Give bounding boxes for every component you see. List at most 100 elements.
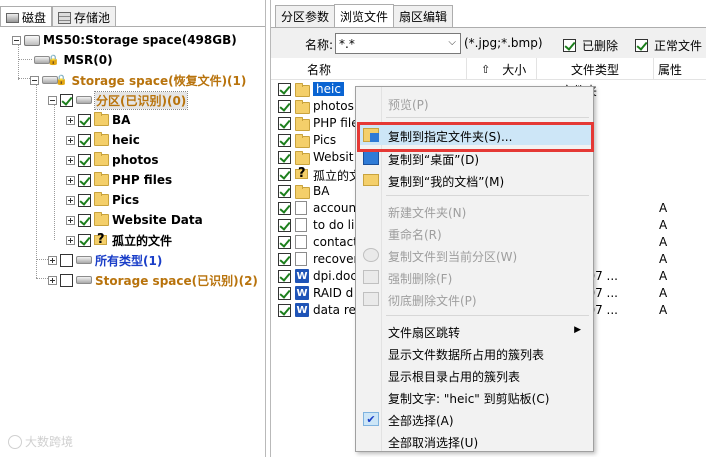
tree-folder-label: Website Data	[112, 213, 203, 227]
checkbox[interactable]	[78, 153, 91, 167]
checkbox[interactable]	[78, 193, 91, 207]
checkbox[interactable]	[278, 202, 291, 215]
checkbox[interactable]	[278, 100, 291, 113]
checkbox[interactable]	[278, 151, 291, 164]
menu-item-new-folder[interactable]: 新建文件夹(N)	[358, 201, 591, 221]
tree-folder-ba[interactable]: BA	[66, 110, 130, 130]
checkbox[interactable]	[278, 185, 291, 198]
folder-icon	[94, 132, 109, 146]
deleted-checkbox[interactable]: 已删除	[563, 37, 618, 54]
expand-icon[interactable]	[66, 155, 75, 165]
menu-item-select-all[interactable]: ✔ 全部选择(A)	[358, 409, 591, 429]
name-filter-label: 名称:	[305, 38, 334, 52]
checkbox[interactable]	[78, 233, 91, 247]
file-attr: A	[659, 286, 668, 300]
menu-item-wipe-delete[interactable]: 彻底删除文件(P)	[358, 289, 591, 309]
tree-storage-recognized[interactable]: Storage space(已识别)(2)	[48, 270, 258, 290]
checkbox[interactable]	[563, 39, 576, 52]
tab-browse-files[interactable]: 浏览文件	[334, 4, 395, 27]
tree-folder-pics[interactable]: Pics	[66, 190, 139, 210]
checkbox[interactable]	[278, 117, 291, 130]
menu-item-label: 文件扇区跳转	[388, 326, 461, 340]
submenu-arrow-icon: ▶	[574, 325, 581, 335]
checkbox[interactable]	[78, 133, 91, 147]
expand-icon[interactable]	[66, 175, 75, 185]
menu-item-deselect-all[interactable]: 全部取消选择(U)	[358, 431, 591, 451]
menu-item-label: 复制到“桌面”(D)	[388, 153, 480, 167]
tab-storage-pool[interactable]: 存储池	[52, 6, 117, 26]
tab-disks[interactable]: 磁盘	[0, 6, 53, 26]
checkbox[interactable]	[78, 213, 91, 227]
checkbox[interactable]	[78, 173, 91, 187]
checkbox[interactable]	[78, 113, 91, 127]
menu-item-sector-jump[interactable]: 文件扇区跳转 ▶	[358, 321, 591, 341]
tab-sector-edit[interactable]: 扇区编辑	[393, 5, 454, 27]
tree-orphan-files[interactable]: ? 孤立的文件	[66, 230, 172, 250]
file-name: recover	[313, 252, 359, 266]
collapse-icon[interactable]	[12, 35, 21, 45]
checkbox[interactable]	[278, 168, 291, 181]
tree-folder-photos[interactable]: photos	[66, 150, 159, 170]
left-pane: 磁盘 存储池 MS50:Storage space(498GB) 🔒 MSR(0…	[0, 0, 266, 457]
normal-files-checkbox[interactable]: 正常文件	[635, 37, 702, 54]
menu-item-show-root-clusters[interactable]: 显示根目录占用的簇列表	[358, 365, 591, 385]
expand-icon[interactable]	[66, 235, 75, 245]
file-attr: A	[659, 269, 668, 283]
highlight-box	[357, 122, 594, 152]
file-name: Pics	[313, 133, 337, 147]
expand-icon[interactable]	[66, 195, 75, 205]
checkbox[interactable]	[278, 83, 291, 96]
checkbox[interactable]	[60, 273, 73, 287]
tree-folder-website[interactable]: Website Data	[66, 210, 203, 230]
chevron-down-icon[interactable]: ⌵	[448, 37, 456, 48]
checkbox[interactable]	[278, 270, 291, 283]
extension-hint: (*.jpg;*.bmp)	[464, 36, 543, 50]
tree-partition[interactable]: 分区(已识别)(0)	[48, 90, 189, 110]
checkbox[interactable]	[278, 304, 291, 317]
expand-icon[interactable]	[66, 115, 75, 125]
tree-disk[interactable]: MS50:Storage space(498GB)	[12, 30, 237, 50]
checkbox[interactable]	[60, 93, 73, 107]
tree-orphan-label: 孤立的文件	[112, 233, 173, 248]
menu-item-label: 显示根目录占用的簇列表	[388, 370, 521, 384]
collapse-icon[interactable]	[48, 95, 57, 105]
partition-icon	[76, 96, 92, 104]
expand-icon[interactable]	[48, 275, 57, 285]
checkbox[interactable]	[278, 236, 291, 249]
column-name[interactable]: 名称	[271, 58, 467, 80]
checkbox[interactable]	[278, 253, 291, 266]
menu-item-force-delete[interactable]: 强制删除(F)	[358, 267, 591, 287]
expand-icon[interactable]	[48, 255, 57, 265]
document-icon	[295, 201, 307, 215]
column-type[interactable]: 文件类型	[537, 58, 654, 80]
tree-msr-label: MSR(0)	[63, 53, 113, 67]
folder-icon	[295, 83, 310, 97]
menu-item-rename[interactable]: 重命名(R)	[358, 223, 591, 243]
expand-icon[interactable]	[66, 135, 75, 145]
folder-icon	[295, 151, 310, 165]
tree-msr[interactable]: 🔒 MSR(0)	[34, 50, 113, 70]
checkbox[interactable]	[278, 219, 291, 232]
menu-item-copy-text[interactable]: 复制文字: "heic" 到剪贴板(C)	[358, 387, 591, 407]
expand-icon[interactable]	[66, 215, 75, 225]
tree-folder-heic[interactable]: heic	[66, 130, 140, 150]
file-name: heic	[313, 82, 344, 96]
tree-folder-php[interactable]: PHP files	[66, 170, 172, 190]
column-size[interactable]: ⇧ 大小	[467, 58, 537, 80]
checkbox[interactable]	[60, 253, 73, 267]
checkbox[interactable]	[278, 287, 291, 300]
tab-storage-pool-label: 存储池	[74, 11, 111, 25]
menu-item-copy-current-partition[interactable]: 复制文件到当前分区(W)	[358, 245, 591, 265]
checkbox[interactable]	[278, 134, 291, 147]
menu-item-copy-documents[interactable]: 复制到“我的文档”(M)	[358, 170, 591, 190]
collapse-icon[interactable]	[30, 75, 39, 85]
tree-all-types[interactable]: 所有类型(1)	[48, 250, 162, 270]
menu-item-show-clusters[interactable]: 显示文件数据所占用的簇列表	[358, 343, 591, 363]
right-tabs: 分区参数 浏览文件 扇区编辑	[275, 4, 454, 27]
tree-storage-recovered[interactable]: 🔒 Storage space(恢复文件)(1)	[30, 70, 246, 90]
name-filter-combo[interactable]: *.* ⌵	[335, 33, 461, 54]
menu-item-preview[interactable]: 预览(P)	[358, 93, 591, 113]
column-attr[interactable]: 属性	[654, 58, 706, 80]
checkbox[interactable]	[635, 39, 648, 52]
tab-partition-params[interactable]: 分区参数	[275, 5, 336, 27]
